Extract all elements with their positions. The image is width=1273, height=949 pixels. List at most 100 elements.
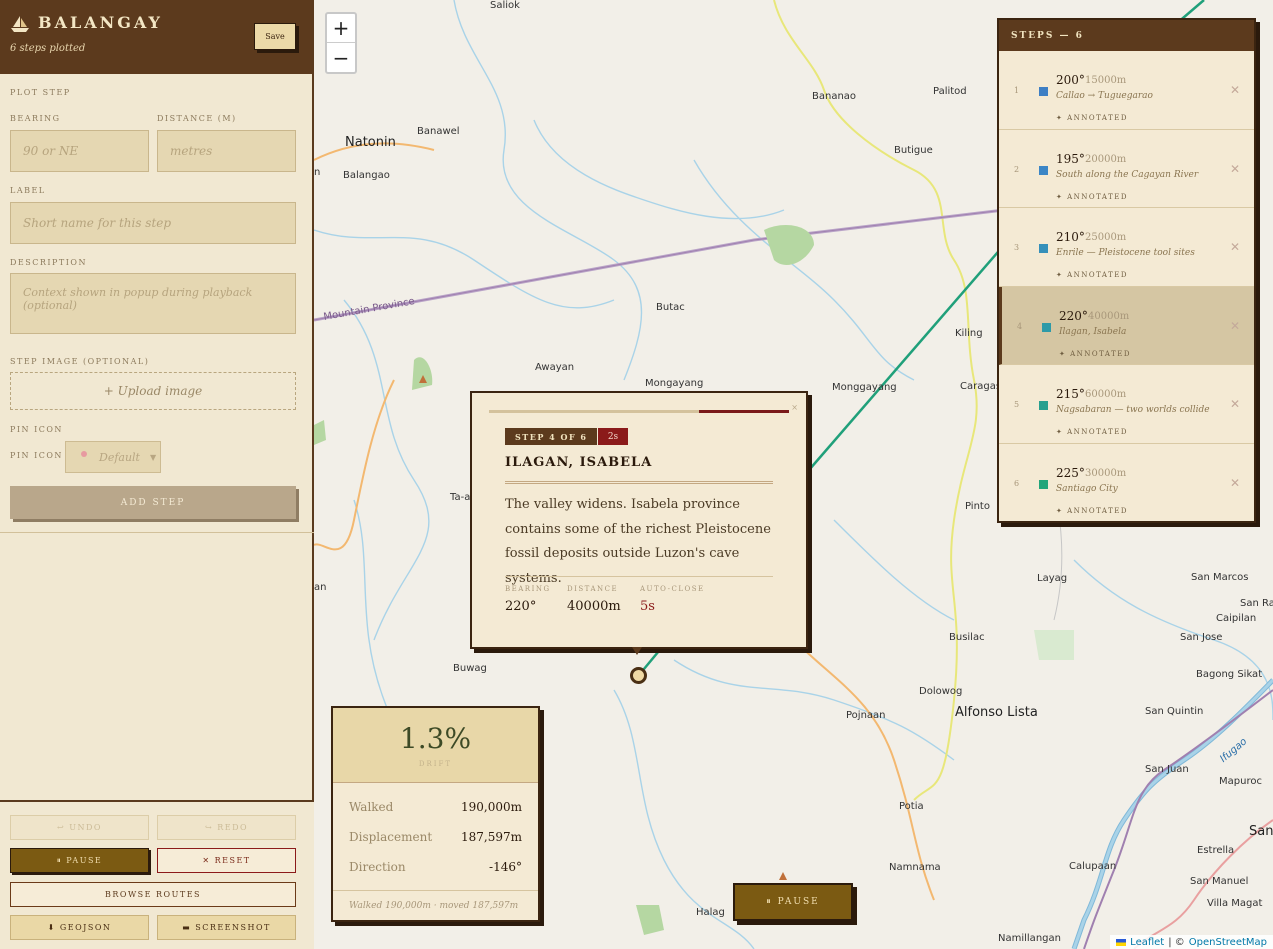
place-label: Calupaan — [1069, 861, 1117, 872]
place-label: Mongayang — [645, 378, 704, 389]
drift-summary: 1.3% DRIFT — [333, 708, 538, 783]
add-step-button[interactable]: ADD STEP — [10, 486, 296, 519]
step-distance: 20000m — [1085, 153, 1127, 165]
place-label: Balangao — [343, 170, 390, 181]
close-icon[interactable]: × — [791, 403, 798, 412]
drift-footer: Walked 190,000m · moved 187,597m — [349, 901, 519, 911]
place-label: Villa Magat — [1207, 898, 1263, 909]
osm-link[interactable]: OpenStreetMap — [1189, 937, 1267, 948]
remove-step-icon[interactable]: ✕ — [1230, 83, 1240, 97]
attribution-separator: | © — [1168, 936, 1185, 948]
browse-routes-button[interactable]: BROWSE ROUTES — [10, 882, 296, 907]
step-item[interactable]: 4 220° 40000m Ilagan, Isabela ✦ ANNOTATED ✕ — [999, 286, 1254, 365]
description-textarea[interactable]: Context shown in popup during playback (… — [10, 273, 296, 334]
remove-step-icon[interactable]: ✕ — [1230, 240, 1240, 254]
popup-distance-label: DISTANCE — [567, 585, 619, 593]
pin-icon-select[interactable]: Default ▼ — [65, 441, 161, 473]
popup-autoclose-value: 5s — [640, 599, 655, 614]
bearing-input[interactable]: 90 or NE — [10, 130, 149, 172]
place-label: Pinto — [965, 501, 990, 512]
step-bearing: 195° — [1056, 151, 1085, 166]
boat-icon — [11, 16, 29, 32]
place-label: an — [314, 582, 327, 593]
ukraine-flag-icon — [1116, 938, 1127, 946]
step-item[interactable]: 2 195° 20000m South along the Cagayan River… — [999, 130, 1254, 208]
popup-tip — [632, 647, 642, 655]
step-distance: 30000m — [1085, 467, 1127, 479]
step-image-label: STEP IMAGE (OPTIONAL) — [10, 357, 150, 366]
remove-step-icon[interactable]: ✕ — [1230, 319, 1240, 333]
step-bearing: 215° — [1056, 387, 1085, 401]
place-label: Saliok — [490, 0, 520, 11]
step-distance: 25000m — [1085, 232, 1127, 243]
remove-step-icon[interactable]: ✕ — [1230, 476, 1240, 490]
step-number: 5 — [1014, 400, 1020, 409]
annotated-badge: ✦ ANNOTATED — [1056, 114, 1128, 122]
step-number: 6 — [1014, 478, 1020, 488]
annotated-badge: ✦ ANNOTATED — [1059, 349, 1131, 358]
place-label: Alfonso Lista — [955, 705, 1038, 720]
divider — [505, 576, 773, 577]
step-item[interactable]: 6 225° 30000m Santiago City ✦ ANNOTATED ✕ — [999, 444, 1254, 522]
reset-button[interactable]: ✕ RESET — [157, 848, 296, 873]
geojson-button[interactable]: ⬇ GEOJSON — [10, 915, 149, 940]
place-label: Butac — [656, 302, 685, 313]
place-label: San Juan — [1145, 764, 1189, 775]
distance-input[interactable]: metres — [157, 130, 296, 172]
place-label: San Marcos — [1191, 572, 1249, 583]
zoom-out-button[interactable]: − — [327, 43, 355, 72]
step-label: Callao → Tuguegarao — [1056, 91, 1153, 101]
place-label: Banawel — [417, 126, 460, 137]
place-label: Caipilan — [1216, 613, 1257, 624]
leaflet-link[interactable]: Leaflet — [1130, 937, 1164, 948]
redo-button[interactable]: ↪ REDO — [157, 815, 296, 840]
displacement-value: 187,597m — [460, 830, 522, 844]
popup-title: ILAGAN, ISABELA — [505, 455, 653, 470]
place-label: San Quintin — [1145, 706, 1204, 717]
undo-button[interactable]: ↩ UNDO — [10, 815, 149, 840]
upload-image-button[interactable]: + Upload image — [10, 372, 296, 410]
position-marker[interactable] — [630, 667, 647, 684]
step-label: South along the Cagayan River — [1056, 169, 1199, 180]
popup-progress-bar — [489, 410, 789, 413]
steps-list: 1 200° 15000m Callao → Tuguegarao ✦ ANNOTATE… — [999, 51, 1254, 522]
step-item[interactable]: 3 210° 25000m Enrile — Pleistocene tool sit… — [999, 208, 1254, 287]
step-color-swatch — [1039, 244, 1048, 253]
place-label: San — [1249, 824, 1273, 839]
save-button[interactable]: Save — [254, 23, 296, 50]
steps-count: 6 steps plotted — [10, 43, 86, 54]
app-title: BALANGAY — [38, 13, 163, 32]
popup-autoclose-label: AUTO-CLOSE — [640, 585, 705, 593]
place-label: Mapuroc — [1219, 776, 1262, 787]
map-pause-button[interactable]: ⏸ PAUSE — [733, 883, 853, 921]
place-label: Natonin — [345, 135, 396, 150]
step-label: Santiago City — [1056, 483, 1118, 494]
place-label: Potia — [899, 801, 924, 812]
plot-step-heading: PLOT STEP — [10, 88, 71, 97]
step-item[interactable]: 5 215° 60000m Nagsabaran — two worlds colli… — [999, 365, 1254, 444]
place-label: Ta-a — [450, 492, 471, 503]
label-input[interactable]: Short name for this step — [10, 202, 296, 244]
pin-dot-icon — [81, 451, 87, 457]
screenshot-button[interactable]: ▬ SCREENSHOT — [157, 915, 296, 940]
popup-distance: DISTANCE 40000m — [567, 585, 621, 614]
map[interactable]: Saliok Bananao Palitod Natonin Banawel B… — [314, 0, 1273, 949]
step-color-swatch — [1042, 322, 1051, 332]
sidebar-controls: ↩ UNDO ↪ REDO ⏸ PAUSE ✕ RESET BROWSE ROU… — [0, 800, 314, 949]
zoom-in-button[interactable]: + — [327, 14, 355, 43]
step-number: 4 — [1017, 321, 1023, 331]
direction-value: -146° — [489, 860, 522, 874]
remove-step-icon[interactable]: ✕ — [1230, 162, 1240, 176]
step-item[interactable]: 1 200° 15000m Callao → Tuguegarao ✦ ANNOTATE… — [999, 51, 1254, 130]
place-label: n — [314, 167, 321, 178]
place-label: Halag — [696, 907, 725, 918]
step-popup: × STEP 4 OF 6 2s ILAGAN, ISABELA The val… — [470, 391, 808, 649]
step-label: Enrile — Pleistocene tool sites — [1056, 248, 1195, 258]
remove-step-icon[interactable]: ✕ — [1230, 397, 1240, 411]
place-label: Estrella — [1197, 845, 1235, 856]
drift-label: DRIFT — [418, 760, 453, 768]
step-distance: 40000m — [1088, 310, 1130, 322]
place-label: San Jose — [1180, 632, 1223, 643]
pause-button[interactable]: ⏸ PAUSE — [10, 848, 149, 873]
annotated-badge: ✦ ANNOTATED — [1056, 192, 1128, 201]
